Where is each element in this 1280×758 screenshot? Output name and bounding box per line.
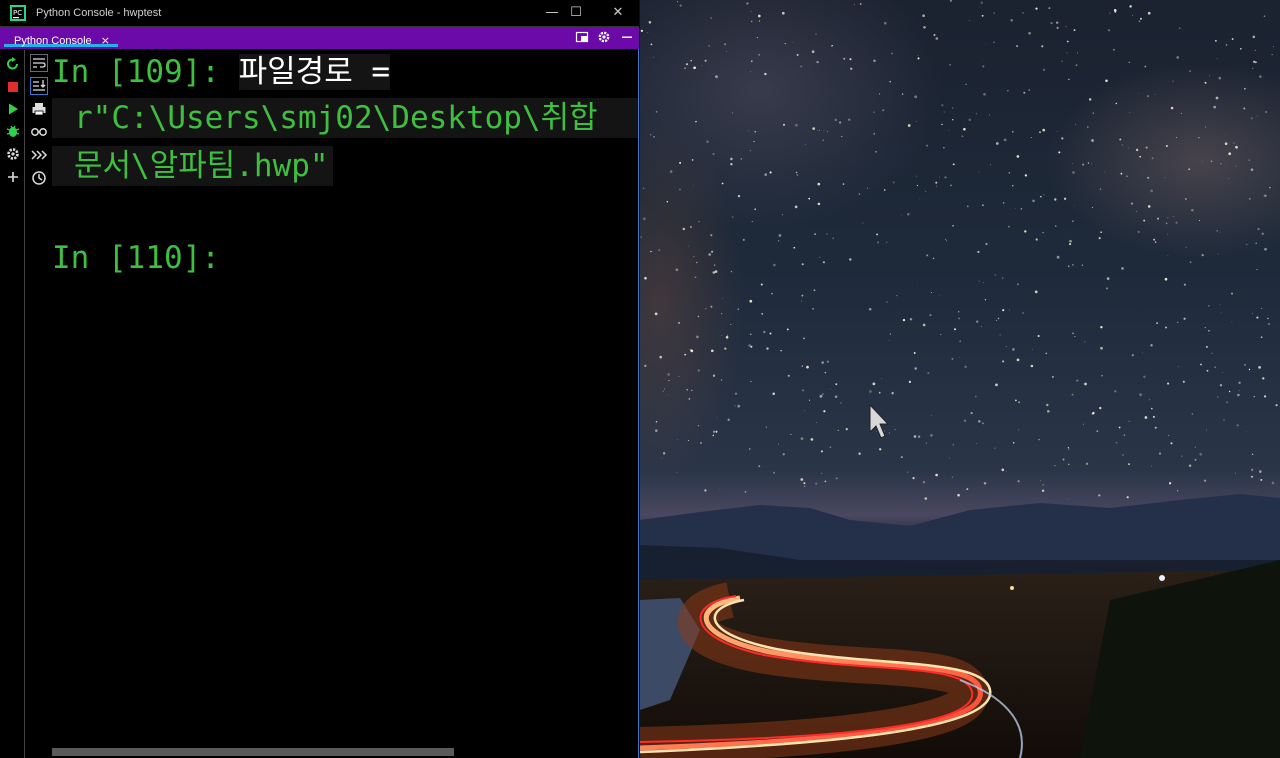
scroll-to-end-icon[interactable] bbox=[30, 77, 48, 95]
rerun-icon[interactable] bbox=[5, 56, 21, 72]
variable-name: 파일경로 bbox=[238, 54, 353, 90]
close-window-button[interactable]: ✕ bbox=[598, 0, 638, 26]
console-left-toolbar bbox=[0, 50, 25, 758]
pycharm-app-icon: PC bbox=[10, 5, 26, 21]
restore-layout-icon[interactable] bbox=[575, 30, 589, 44]
console-output[interactable]: In [109]: 파일경로 = r"C:\Users\smj02\Deskto… bbox=[50, 50, 638, 750]
console-line-110[interactable]: In [110]: bbox=[52, 238, 220, 278]
title-bar[interactable]: PC Python Console - hwptest — ☐ ✕ bbox=[0, 0, 639, 27]
tab-close-icon[interactable]: × bbox=[101, 34, 110, 47]
horizontal-scrollbar[interactable] bbox=[52, 748, 454, 756]
assignment-operator: = bbox=[352, 54, 391, 90]
console-line-109: In [109]: 파일경로 = bbox=[52, 52, 391, 92]
debug-icon[interactable] bbox=[5, 123, 21, 139]
maximize-window-button[interactable]: ☐ bbox=[556, 0, 596, 26]
execute-icon[interactable] bbox=[30, 146, 48, 164]
console-string-line-1: r"C:\Users\smj02\Desktop\취합 bbox=[52, 98, 638, 138]
desktop-wallpaper bbox=[640, 0, 1280, 758]
tab-label: Python Console bbox=[14, 35, 92, 47]
console-secondary-toolbar bbox=[27, 50, 50, 250]
python-console-window: PC Python Console - hwptest — ☐ ✕ Python… bbox=[0, 0, 639, 758]
wallpaper-image bbox=[640, 0, 1280, 758]
stop-icon[interactable] bbox=[5, 79, 21, 95]
console-string-line-2: 문서\알파팀.hwp" bbox=[52, 146, 333, 186]
window-title: Python Console - hwptest bbox=[36, 7, 162, 19]
settings-icon[interactable] bbox=[5, 146, 21, 162]
tab-python-console[interactable]: Python Console × bbox=[4, 29, 118, 47]
add-icon[interactable] bbox=[5, 169, 21, 185]
print-icon[interactable] bbox=[30, 100, 48, 118]
input-prompt: In [109]: bbox=[52, 54, 239, 90]
run-icon[interactable] bbox=[5, 101, 21, 117]
variables-view-icon[interactable] bbox=[30, 123, 48, 141]
minimize-icon[interactable] bbox=[620, 30, 634, 44]
history-icon[interactable] bbox=[30, 169, 48, 187]
mouse-cursor-icon bbox=[869, 403, 890, 439]
svg-text:PC: PC bbox=[13, 9, 22, 17]
input-prompt: In [110]: bbox=[52, 240, 220, 276]
tool-window-tab-bar: Python Console × bbox=[0, 27, 639, 49]
soft-wrap-icon[interactable] bbox=[30, 54, 48, 72]
gear-icon[interactable] bbox=[597, 30, 611, 44]
